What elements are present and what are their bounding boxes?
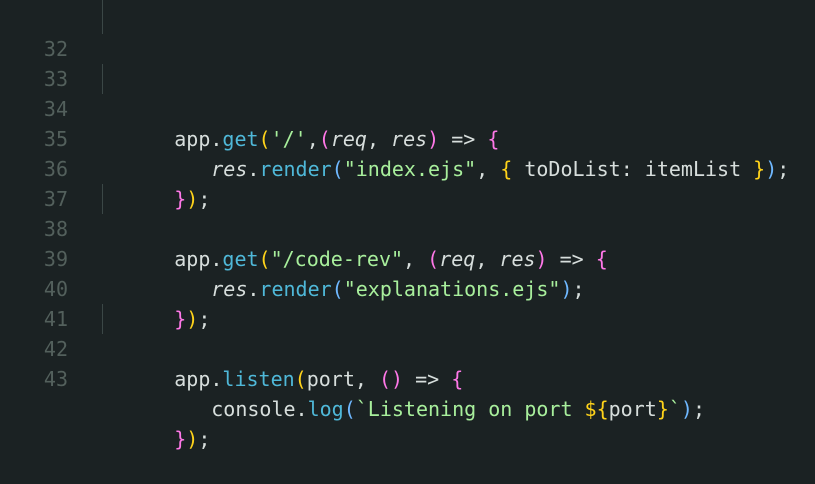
code-line[interactable]: 34 res.render("index.ejs", { toDoList: i… [0,64,815,181]
interpolation-close: } [656,397,669,421]
code-line[interactable]: 38 res.render("explanations.ejs"); [0,184,815,301]
code-line[interactable]: 32 [0,4,815,61]
code-text: }); [102,394,210,484]
identifier-port: port [608,397,657,421]
code-text: console.log(`Listening on port ${port}`)… [139,364,705,454]
code-line[interactable]: 40 [0,244,815,301]
template-literal: `Listening on port [355,397,585,421]
code-line[interactable]: 43 }); [0,334,815,451]
code-editor[interactable]: 32 33 app.get('/',(req, res) => { 34 res… [0,0,815,451]
code-line[interactable]: 36 [0,124,815,181]
code-line[interactable]: 41 app.listen(port, () => { [0,274,815,391]
interpolation-open: ${ [584,397,609,421]
template-literal-end: ` [668,397,681,421]
code-line[interactable]: 39 }); [0,214,815,331]
close-paren: ) [680,397,693,421]
code-line[interactable]: 42 console.log(`Listening on port ${port… [0,304,815,421]
code-line[interactable]: 33 app.get('/',(req, res) => { [0,34,815,151]
line-number: 43 [43,367,68,391]
code-line[interactable]: 35 }); [0,94,815,211]
method-log: log [307,397,344,421]
identifier-console: console [211,397,296,421]
code-line[interactable]: 37 app.get("/code-rev", (req, res) => { [0,154,815,271]
close-brace: } [174,427,187,451]
close-paren: ) [186,427,199,451]
dot: . [295,397,308,421]
semicolon: ; [198,427,211,451]
semicolon: ; [692,397,705,421]
open-paren: ( [343,397,356,421]
